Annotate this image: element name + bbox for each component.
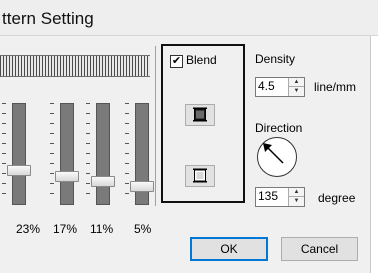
direction-input[interactable] [258, 189, 286, 203]
slider-1[interactable] [2, 103, 31, 213]
density-unit: line/mm [314, 80, 357, 94]
slider-ticks [86, 103, 90, 203]
slider-4-percent: 5% [134, 222, 152, 236]
slider-thumb[interactable] [55, 170, 79, 182]
title-bar: ttern Setting [0, 0, 378, 36]
slider-thumb[interactable] [91, 175, 115, 187]
pattern-square-light-icon [193, 168, 207, 183]
window-edge [370, 36, 378, 273]
density-spin-arrows[interactable]: ▲ ▼ [288, 78, 304, 96]
slider-2-percent: 17% [53, 222, 78, 236]
slider-3-percent: 11% [90, 222, 114, 236]
direction-label: Direction [255, 121, 303, 135]
spin-up-icon[interactable]: ▲ [289, 188, 304, 197]
slider-track[interactable] [60, 103, 74, 205]
blend-label[interactable]: Blend [186, 53, 217, 67]
spin-down-icon[interactable]: ▼ [289, 87, 304, 96]
slider-3[interactable] [86, 103, 115, 213]
slider-ticks [2, 103, 6, 203]
direction-dial[interactable] [257, 137, 297, 177]
slider-track[interactable] [12, 103, 26, 205]
direction-arrow-icon [263, 143, 284, 164]
density-label: Density [255, 52, 296, 66]
window-title: ttern Setting [2, 9, 94, 28]
ok-button[interactable]: OK [190, 237, 268, 261]
slider-ticks [50, 103, 54, 203]
density-input[interactable] [258, 79, 286, 93]
slider-1-percent: 23% [16, 222, 41, 236]
slider-2[interactable] [50, 103, 79, 213]
slider-track[interactable] [96, 103, 110, 205]
direction-spinner[interactable]: ▲ ▼ [255, 187, 305, 207]
direction-spin-arrows[interactable]: ▲ ▼ [288, 188, 304, 206]
blend-light-button[interactable] [185, 165, 215, 187]
slider-thumb[interactable] [7, 165, 31, 177]
pattern-preview-bar [0, 55, 150, 77]
slider-ticks [125, 103, 129, 203]
direction-unit: degree [318, 191, 356, 205]
group-divider [155, 46, 156, 206]
blend-checkbox[interactable]: ✔ [170, 55, 183, 68]
cancel-button[interactable]: Cancel [281, 237, 358, 261]
slider-thumb[interactable] [130, 181, 154, 193]
spin-up-icon[interactable]: ▲ [289, 78, 304, 87]
density-spinner[interactable]: ▲ ▼ [255, 77, 305, 97]
blend-dark-button[interactable] [185, 104, 215, 126]
spin-down-icon[interactable]: ▼ [289, 197, 304, 206]
pattern-square-dark-icon [193, 107, 207, 122]
slider-4[interactable] [125, 103, 154, 213]
